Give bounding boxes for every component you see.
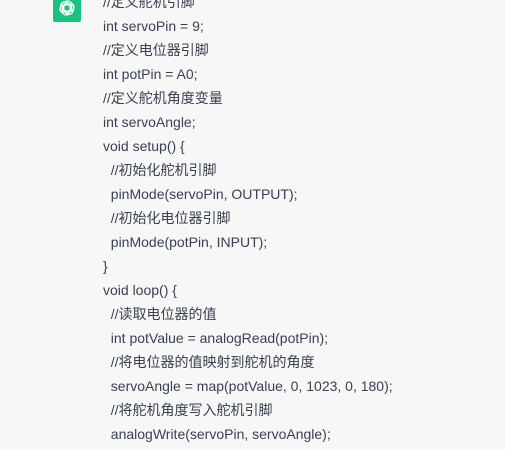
code-line: //初始化电位器引脚 [103,210,231,226]
code-line: //定义舵机角度变量 [103,90,223,106]
code-line: void setup() { [103,138,185,154]
code-line: int potValue = analogRead(potPin); [103,330,329,346]
code-line: int servoPin = 9; [103,18,204,34]
code-line: int servoAngle; [103,114,196,130]
code-line: analogWrite(servoPin, servoAngle); [103,426,331,442]
code-line: void loop() { [103,282,177,298]
code-block: //定义舵机引脚 int servoPin = 9; //定义电位器引脚 int… [103,0,503,446]
code-line: //定义舵机引脚 [103,0,195,10]
code-line: pinMode(potPin, INPUT); [103,234,268,250]
code-line: } [103,258,108,274]
openai-logo-icon [57,0,77,18]
code-line: //将舵机角度写入舵机引脚 [103,402,273,418]
code-line: servoAngle = map(potValue, 0, 1023, 0, 1… [103,378,393,394]
code-line: pinMode(servoPin, OUTPUT); [103,186,298,202]
code-line: //将电位器的值映射到舵机的角度 [103,354,315,370]
code-line: //初始化舵机引脚 [103,162,217,178]
code-line: //定义电位器引脚 [103,42,209,58]
assistant-avatar [53,0,81,22]
code-line: //读取电位器的值 [103,306,217,322]
code-line: int potPin = A0; [103,66,198,82]
